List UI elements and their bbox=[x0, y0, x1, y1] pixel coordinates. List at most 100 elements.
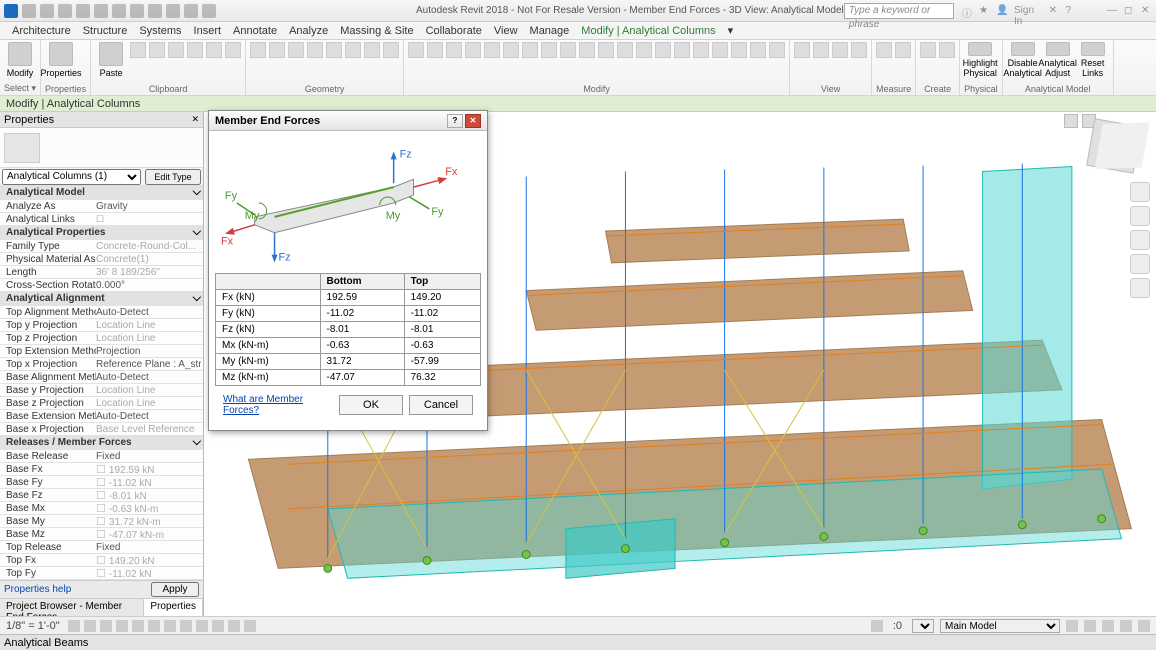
ribbon-tool-icon[interactable] bbox=[446, 42, 462, 58]
cancel-button[interactable]: Cancel bbox=[409, 395, 473, 415]
prop-value[interactable]: Location Line bbox=[96, 320, 201, 331]
prop-row[interactable]: Base My☐ 31.72 kN-m bbox=[0, 515, 203, 528]
qat-close-icon[interactable] bbox=[184, 4, 198, 18]
prop-value[interactable]: 0.000° bbox=[96, 280, 201, 291]
prop-value[interactable]: 36' 8 189/256" bbox=[96, 267, 201, 278]
ribbon-tool-icon[interactable] bbox=[168, 42, 184, 58]
prop-value[interactable]: ☐ -11.02 kN bbox=[96, 567, 201, 580]
collapse-icon[interactable]: ⌵ bbox=[193, 226, 201, 239]
ribbon-tool-icon[interactable] bbox=[250, 42, 266, 58]
prop-value[interactable]: Auto-Detect bbox=[96, 411, 201, 422]
signin-icon[interactable]: 👤 bbox=[996, 5, 1008, 17]
prop-row[interactable]: Cross-Section Rotation0.000° bbox=[0, 279, 203, 292]
vc-reveal-icon[interactable] bbox=[196, 620, 208, 632]
prop-section-header[interactable]: Analytical Alignment⌵ bbox=[0, 292, 203, 306]
prop-row[interactable]: Top y ProjectionLocation Line bbox=[0, 319, 203, 332]
qat-redo-icon[interactable] bbox=[76, 4, 90, 18]
sb-drag-icon[interactable] bbox=[1102, 620, 1114, 632]
modify-icon[interactable]: Modify bbox=[4, 42, 36, 78]
ribbon-tool-icon[interactable] bbox=[427, 42, 443, 58]
sb-filter-icon[interactable] bbox=[1138, 620, 1150, 632]
force-cell[interactable]: -11.02 bbox=[404, 306, 480, 322]
ribbon-tool-icon[interactable] bbox=[288, 42, 304, 58]
revit-logo-icon[interactable] bbox=[4, 4, 18, 18]
properties-icon[interactable]: Properties bbox=[45, 42, 77, 78]
prop-value[interactable]: ☐ -0.63 kN-m bbox=[96, 502, 201, 515]
ribbon-tool-icon[interactable] bbox=[364, 42, 380, 58]
ribbon-tool-icon[interactable] bbox=[541, 42, 557, 58]
infocenter-icon[interactable]: ⓘ bbox=[962, 5, 973, 17]
design-options-dropdown[interactable]: Main Model bbox=[940, 619, 1060, 633]
vp-home-icon[interactable] bbox=[1064, 114, 1078, 128]
force-cell[interactable]: -8.01 bbox=[320, 322, 404, 338]
vc-lock-icon[interactable] bbox=[180, 620, 192, 632]
prop-section-header[interactable]: Analytical Model⌵ bbox=[0, 186, 203, 200]
vc-analyt-icon[interactable] bbox=[228, 620, 240, 632]
prop-row[interactable]: Top Alignment MethodAuto-Detect bbox=[0, 306, 203, 319]
nav-pan-icon[interactable] bbox=[1130, 206, 1150, 226]
prop-value[interactable]: ☐ -8.01 kN bbox=[96, 489, 201, 502]
ribbon-tool-icon[interactable] bbox=[484, 42, 500, 58]
ribbon-tool-icon[interactable] bbox=[408, 42, 424, 58]
properties-help-link[interactable]: Properties help bbox=[4, 584, 71, 595]
ribbon-tool-icon[interactable] bbox=[522, 42, 538, 58]
prop-value[interactable]: Concrete(1) bbox=[96, 254, 201, 265]
prop-value[interactable]: ☐ -11.02 kN bbox=[96, 476, 201, 489]
prop-row[interactable]: Base Mx☐ -0.63 kN-m bbox=[0, 502, 203, 515]
ribbon-tool-icon[interactable] bbox=[326, 42, 342, 58]
ribbon-tool-icon[interactable] bbox=[225, 42, 241, 58]
ribbon-tool-icon[interactable] bbox=[345, 42, 361, 58]
ribbon-tool-icon[interactable] bbox=[383, 42, 399, 58]
ok-button[interactable]: OK bbox=[339, 395, 403, 415]
worksets-dropdown[interactable] bbox=[912, 619, 934, 633]
prop-value[interactable]: ☐ 192.59 kN bbox=[96, 463, 201, 476]
sb-pin-icon[interactable] bbox=[1084, 620, 1096, 632]
tab-dropdown-icon[interactable]: ▾ bbox=[728, 24, 734, 37]
prop-row[interactable]: Analytical Links bbox=[0, 213, 203, 226]
apply-button[interactable]: Apply bbox=[151, 582, 199, 597]
tab-collaborate[interactable]: Collaborate bbox=[426, 25, 482, 37]
ribbon-tool-icon[interactable] bbox=[560, 42, 576, 58]
vc-crop2-icon[interactable] bbox=[164, 620, 176, 632]
collapse-icon[interactable]: ⌵ bbox=[193, 186, 201, 199]
signin-label[interactable]: Sign In bbox=[1014, 5, 1043, 17]
ribbon-tool-icon[interactable] bbox=[769, 42, 785, 58]
tab-properties[interactable]: Properties bbox=[144, 599, 203, 616]
prop-section-header[interactable]: Analytical Properties⌵ bbox=[0, 226, 203, 240]
prop-value[interactable]: Reference Plane : A_str bbox=[96, 359, 201, 370]
nav-look-icon[interactable] bbox=[1130, 278, 1150, 298]
prop-value[interactable]: Location Line bbox=[96, 385, 201, 396]
tab-architecture[interactable]: Architecture bbox=[12, 25, 71, 37]
prop-value[interactable]: Projection bbox=[96, 346, 201, 357]
prop-row[interactable]: Top z ProjectionLocation Line bbox=[0, 332, 203, 345]
prop-value[interactable]: Fixed bbox=[96, 451, 201, 462]
tab-insert[interactable]: Insert bbox=[194, 25, 222, 37]
vc-constraints-icon[interactable] bbox=[212, 620, 224, 632]
window-minimize[interactable]: — bbox=[1107, 5, 1118, 17]
qat-save-icon[interactable] bbox=[40, 4, 54, 18]
prop-row[interactable]: Base Alignment MethodAuto-Detect bbox=[0, 371, 203, 384]
ribbon-tool-icon[interactable] bbox=[465, 42, 481, 58]
type-selector[interactable]: Analytical Columns (1) bbox=[2, 169, 141, 185]
qat-switch-icon[interactable] bbox=[166, 4, 180, 18]
tab-systems[interactable]: Systems bbox=[139, 25, 181, 37]
ribbon-tool-icon[interactable] bbox=[750, 42, 766, 58]
prop-row[interactable]: Base z ProjectionLocation Line bbox=[0, 397, 203, 410]
ribbon-tool-icon[interactable] bbox=[731, 42, 747, 58]
help-icon[interactable]: ? bbox=[1066, 5, 1077, 17]
paste-icon[interactable]: Paste bbox=[95, 42, 127, 78]
prop-value[interactable]: Fixed bbox=[96, 542, 201, 553]
tab-annotate[interactable]: Annotate bbox=[233, 25, 277, 37]
qat-sync-icon[interactable] bbox=[112, 4, 126, 18]
ribbon-tool-icon[interactable] bbox=[813, 42, 829, 58]
window-maximize[interactable]: ◻ bbox=[1124, 5, 1135, 17]
force-cell[interactable]: 31.72 bbox=[320, 354, 404, 370]
help-search-input[interactable]: Type a keyword or phrase bbox=[844, 3, 954, 19]
tab-structure[interactable]: Structure bbox=[83, 25, 128, 37]
dialog-help-button[interactable]: ? bbox=[447, 114, 463, 128]
properties-close-icon[interactable]: ✕ bbox=[191, 114, 199, 125]
ribbon-tool-icon[interactable] bbox=[636, 42, 652, 58]
prop-row[interactable]: Family TypeConcrete-Round-Col... bbox=[0, 240, 203, 253]
force-cell[interactable]: -0.63 bbox=[320, 338, 404, 354]
vc-highlight-icon[interactable] bbox=[244, 620, 256, 632]
